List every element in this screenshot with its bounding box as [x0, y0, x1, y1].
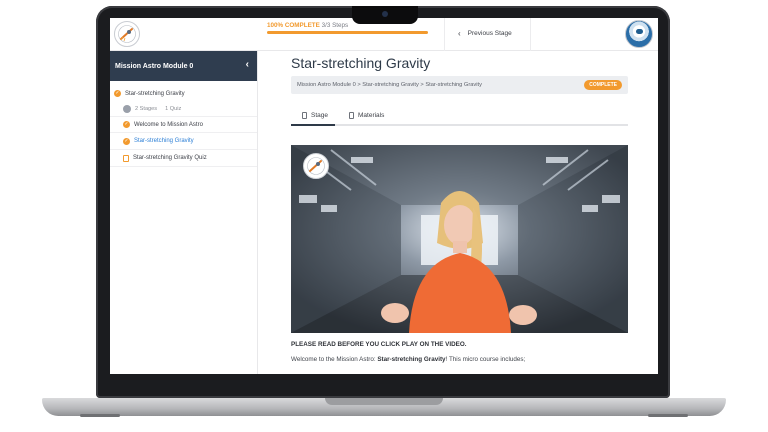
tab-label: Stage [311, 112, 328, 119]
module-title: Mission Astro Module 0 [115, 62, 194, 70]
check-icon: ✓ [123, 121, 130, 128]
check-icon: ✓ [123, 137, 130, 145]
top-divider [530, 18, 531, 51]
video-frame [291, 145, 628, 333]
course-sidebar: Mission Astro Module 0 ‹ ✓ Star-stretchi… [110, 51, 258, 374]
mission-astro-logo-icon [303, 153, 329, 179]
user-avatar[interactable] [625, 20, 653, 48]
status-badge: COMPLETE [584, 80, 622, 90]
check-icon: ✓ [114, 90, 121, 97]
laptop-base-notch [325, 398, 443, 405]
top-divider [444, 18, 445, 51]
sidebar-topic-welcome[interactable]: ✓ Welcome to Mission Astro [110, 116, 257, 133]
topic-label: Star-stretching Gravity Quiz [133, 155, 207, 161]
webcam-icon [382, 11, 388, 17]
quiz-count: 1 Quiz [165, 106, 182, 112]
sidebar-topic-quiz[interactable]: Star-stretching Gravity Quiz [110, 150, 257, 167]
document-icon [302, 112, 307, 119]
progress-bar [267, 31, 428, 34]
page-title: Star-stretching Gravity [291, 55, 431, 71]
quiz-icon [123, 154, 129, 162]
topic-label: Star-stretching Gravity [134, 138, 194, 144]
intro-prefix: Welcome to the Mission Astro: [291, 356, 378, 363]
breadcrumb: Mission Astro Module 0 > Star-stretching… [291, 76, 628, 94]
lesson-meta: 2 Stages 1 Quiz [110, 102, 257, 116]
previous-stage-button[interactable]: ‹ Previous Stage [458, 29, 512, 38]
stages-count: 2 Stages [135, 106, 158, 112]
tab-stage[interactable]: Stage [302, 112, 328, 119]
progress-percent: 100% COMPLETE [267, 22, 320, 29]
video-player[interactable] [291, 145, 628, 333]
lesson-label: Star-stretching Gravity [125, 90, 185, 97]
screen: 100% COMPLETE 3/3 Steps ‹ Previous Stage… [110, 18, 658, 374]
mission-astro-logo-icon[interactable] [114, 21, 140, 47]
laptop-foot-right [648, 414, 688, 417]
laptop-foot-left [80, 414, 120, 417]
topic-label: Welcome to Mission Astro [134, 121, 203, 128]
tab-materials[interactable]: Materials [349, 112, 384, 119]
sidebar-header: Mission Astro Module 0 ‹ [110, 51, 257, 81]
active-tab-indicator [291, 124, 335, 126]
intro-course-name: Star-stretching Gravity [377, 356, 446, 363]
progress-circle-icon [123, 105, 131, 113]
tab-label: Materials [358, 112, 385, 119]
intro-text: Welcome to the Mission Astro: Star-stret… [291, 356, 525, 363]
breadcrumb-text[interactable]: Mission Astro Module 0 > Star-stretching… [297, 82, 482, 88]
intro-suffix: ! This micro course includes; [445, 356, 526, 363]
content-tabs: Stage Materials [291, 108, 628, 126]
previous-stage-label: Previous Stage [467, 30, 512, 37]
sidebar-lesson[interactable]: ✓ Star-stretching Gravity [110, 85, 257, 102]
clipboard-icon [349, 112, 354, 119]
progress-steps: 3/3 Steps [321, 22, 349, 29]
progress-bar-fill [267, 31, 428, 34]
video-notice: PLEASE READ BEFORE YOU CLICK PLAY ON THE… [291, 341, 467, 348]
sidebar-topic-star-stretching-gravity[interactable]: ✓ Star-stretching Gravity [110, 133, 257, 150]
chevron-left-icon[interactable]: ‹ [246, 59, 249, 70]
chevron-left-icon: ‹ [458, 29, 461, 38]
